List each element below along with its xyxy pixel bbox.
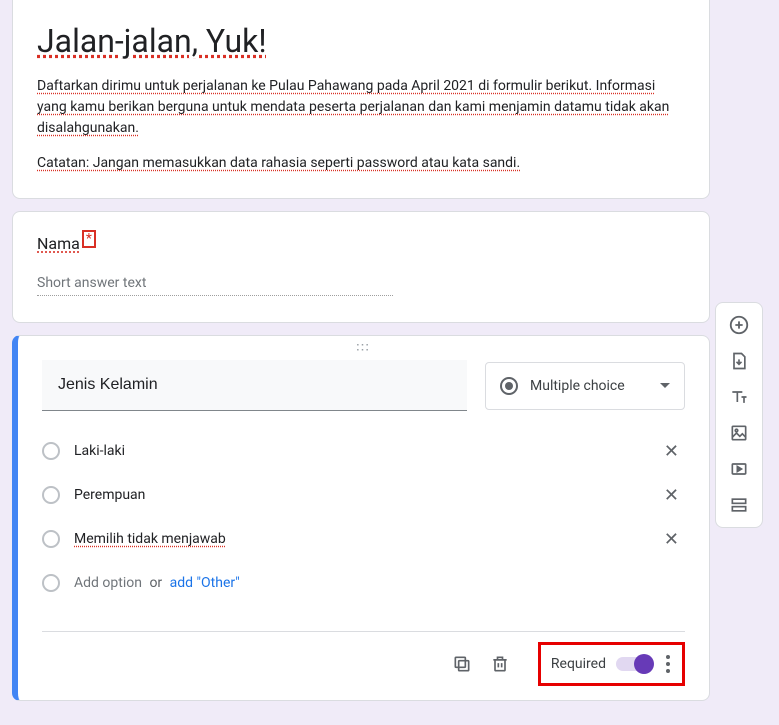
add-section-button[interactable]	[721, 489, 757, 521]
add-option-button[interactable]: Add option	[74, 575, 142, 591]
option-text[interactable]: Laki-laki	[74, 443, 658, 459]
required-label: Required	[551, 656, 606, 672]
add-other-button[interactable]: add "Other"	[170, 575, 240, 591]
short-answer-placeholder: Short answer text	[37, 275, 393, 296]
drag-handle-icon[interactable]: ⋯⋯	[356, 342, 372, 352]
option-text[interactable]: Perempuan	[74, 487, 658, 503]
remove-option-button[interactable]: ✕	[658, 481, 685, 510]
chevron-down-icon	[660, 383, 670, 388]
option-row[interactable]: Perempuan ✕	[42, 473, 685, 517]
question-card-editing[interactable]: ⋯⋯ Multiple choice Laki-laki ✕ Perempuan…	[12, 335, 710, 701]
import-questions-button[interactable]	[721, 345, 757, 377]
radio-placeholder-icon	[42, 486, 60, 504]
question-title: Nama *	[37, 234, 685, 253]
delete-button[interactable]	[482, 646, 518, 682]
radio-placeholder-icon	[42, 442, 60, 460]
add-question-button[interactable]	[721, 309, 757, 341]
option-row[interactable]: Memilih tidak menjawab ✕	[42, 517, 685, 561]
duplicate-button[interactable]	[444, 646, 480, 682]
remove-option-button[interactable]: ✕	[658, 525, 685, 554]
add-video-button[interactable]	[721, 453, 757, 485]
form-description-1[interactable]: Daftarkan dirimu untuk perjalanan ke Pul…	[37, 76, 685, 139]
side-toolbar	[715, 302, 763, 528]
add-option-row: Add option or add "Other"	[42, 561, 685, 605]
option-row[interactable]: Laki-laki ✕	[42, 429, 685, 473]
more-options-button[interactable]	[660, 649, 676, 679]
question-title-input[interactable]	[42, 360, 467, 411]
add-image-button[interactable]	[721, 417, 757, 449]
question-type-label: Multiple choice	[530, 378, 660, 394]
remove-option-button[interactable]: ✕	[658, 437, 685, 466]
or-label: or	[149, 575, 162, 591]
radio-placeholder-icon	[42, 574, 60, 592]
radio-icon	[500, 377, 518, 395]
question-type-select[interactable]: Multiple choice	[485, 362, 685, 410]
form-description-2[interactable]: Catatan: Jangan memasukkan data rahasia …	[37, 153, 685, 174]
radio-placeholder-icon	[42, 530, 60, 548]
required-toggle[interactable]	[616, 657, 652, 671]
question-footer: Required	[42, 631, 685, 700]
form-title[interactable]: Jalan-jalan, Yuk!	[37, 22, 685, 60]
form-header-card: Jalan-jalan, Yuk! Daftarkan dirimu untuk…	[12, 0, 710, 199]
add-title-button[interactable]	[721, 381, 757, 413]
question-card-nama[interactable]: Nama * Short answer text	[12, 211, 710, 323]
required-highlight-box: Required	[538, 642, 685, 686]
option-text[interactable]: Memilih tidak menjawab	[74, 531, 658, 547]
required-asterisk: *	[82, 230, 96, 248]
